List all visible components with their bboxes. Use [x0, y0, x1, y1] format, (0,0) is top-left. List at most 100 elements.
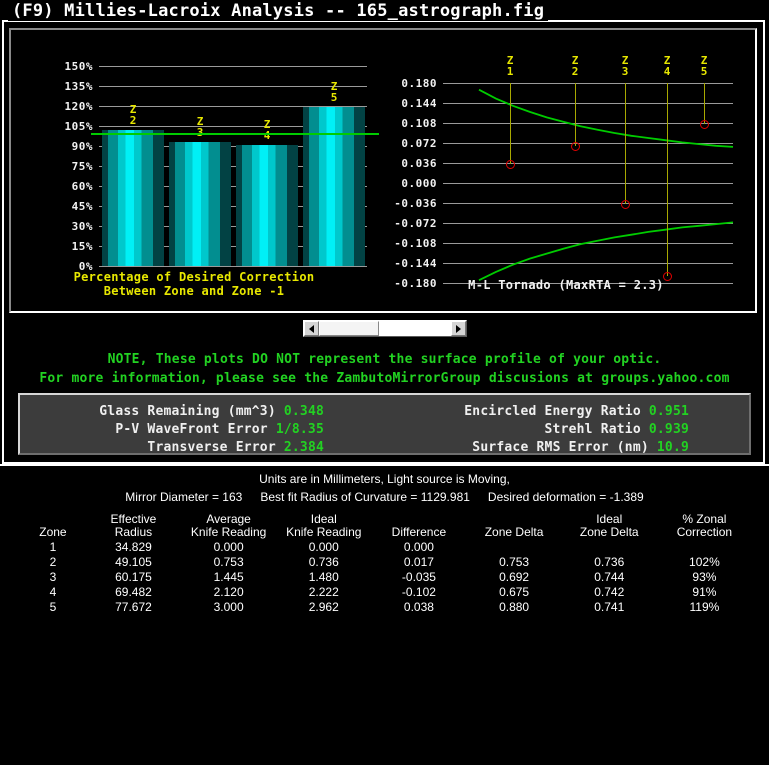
table-cell: 4 — [49, 585, 57, 599]
zone-label: Z 1 — [506, 54, 514, 78]
th-zone-delta: Zone Delta — [484, 525, 544, 539]
y-axis-tick-label: 0.108 — [401, 117, 437, 130]
scrollbar-thumb[interactable] — [319, 321, 379, 336]
envelope-lower-curve — [478, 221, 734, 282]
best-fit-radius-of-curvature: Best fit Radius of Curvature = 1129.981 — [260, 490, 470, 504]
bar-label: Z 5 — [330, 80, 338, 104]
y-axis-tick-label: 15% — [71, 240, 93, 253]
table-cell: 0.692 — [499, 570, 530, 584]
note-line-2: For more information, please see the Zam… — [39, 371, 730, 386]
scroll-left-button[interactable] — [304, 321, 319, 336]
table-cell: 2.222 — [308, 585, 339, 599]
y-axis-tick-label: 45% — [71, 200, 93, 213]
scroll-right-button[interactable] — [451, 321, 466, 336]
stat-surface-rms-error-value: 10.9 — [656, 440, 689, 455]
stat-pv-wavefront-error-value: 1/8.35 — [275, 422, 324, 437]
zone-marker — [700, 120, 709, 129]
table-header-row: Zone Effective Radius Average Knife Read… — [20, 513, 752, 540]
gridline — [443, 123, 733, 124]
summary-stats-panel: Glass Remaining (mm^3) 0.348 P-V WaveFron… — [18, 393, 751, 455]
table-cell: 1.445 — [213, 570, 244, 584]
zone-label: Z 3 — [621, 54, 629, 78]
reference-line-100-percent — [91, 133, 379, 135]
gridline — [443, 83, 733, 84]
th-effective-radius: Effective Radius — [110, 512, 157, 539]
gridline — [443, 223, 733, 224]
table-cell: 3 — [49, 570, 57, 584]
gridline — [443, 163, 733, 164]
bar-label: Z 2 — [129, 103, 137, 127]
table-cell — [467, 540, 562, 555]
y-axis-tick-label: 90% — [71, 140, 93, 153]
stat-strehl-ratio: Strehl Ratio 0.939 — [545, 422, 689, 439]
table-cell — [657, 540, 752, 555]
table-row: 5 77.672 3.000 2.962 0.038 0.880 0.741 119% — [20, 600, 752, 615]
table-cell: 77.672 — [115, 600, 152, 614]
th-ideal-zone-delta: Ideal Zone Delta — [579, 512, 639, 539]
stat-encircled-energy-ratio: Encircled Energy Ratio 0.951 — [464, 404, 689, 421]
chart-percentage-correction: 150% 135% 120% 105% 90% 75% 60% 45% 30% 15% 0% Z 2Z… — [11, 30, 379, 315]
bar — [303, 107, 365, 266]
gridline — [99, 66, 367, 67]
bar-label: Z 4 — [263, 118, 271, 142]
table-cell: 69.482 — [115, 585, 152, 599]
bar — [102, 130, 164, 266]
stat-surface-rms-error-label: Surface RMS Error (nm) — [472, 440, 649, 455]
table-cell: 0.038 — [403, 600, 434, 614]
table-cell: 0.753 — [213, 555, 244, 569]
stat-transverse-error-label: Transverse Error — [147, 440, 276, 455]
gridline — [443, 263, 733, 264]
table-cell: -0.035 — [401, 570, 436, 584]
table-cell: 34.829 — [115, 540, 152, 554]
stat-encircled-energy-ratio-value: 0.951 — [648, 404, 689, 419]
table-cell: 0.000 — [213, 540, 244, 554]
y-axis-tick-label: 0.036 — [401, 157, 437, 170]
th-difference: Difference — [391, 525, 447, 539]
th-average-knife-reading: Average Knife Reading — [190, 512, 267, 539]
zone-vertical-line — [704, 83, 705, 124]
y-axis-tick-label: 150% — [64, 60, 93, 73]
stat-glass-remaining-value: 0.348 — [283, 404, 324, 419]
table-cell: 0.741 — [594, 600, 625, 614]
table-cell: 91% — [692, 585, 717, 599]
gridline — [443, 103, 733, 104]
table-cell: 0.736 — [594, 555, 625, 569]
table-cell: 49.105 — [115, 555, 152, 569]
y-axis-tick-label: -0.108 — [394, 237, 437, 250]
stat-transverse-error: Transverse Error 2.384 — [147, 440, 324, 457]
scrollbar-track[interactable] — [319, 321, 451, 336]
y-axis-tick-label: 0.000 — [401, 177, 437, 190]
stat-pv-wavefront-error: P-V WaveFront Error 1/8.35 — [115, 422, 324, 439]
table-cell: 102% — [689, 555, 720, 569]
table-cell: 0.753 — [499, 555, 530, 569]
zone-vertical-line — [625, 83, 626, 204]
chart-left-title: Percentage of Desired Correction — [73, 270, 315, 284]
table-body: 1 34.829 0.000 0.000 0.000 2 49.105 0.753 0.736 0… — [20, 540, 752, 615]
horizontal-scrollbar[interactable] — [303, 320, 467, 337]
chart-ml-tornado: 0.180 0.144 0.108 0.072 0.036 0.000 -0.036 -0.0… — [377, 30, 755, 315]
table-cell: 0.736 — [308, 555, 339, 569]
zone-vertical-line — [510, 83, 511, 164]
table-cell: 2 — [49, 555, 57, 569]
stat-strehl-ratio-value: 0.939 — [648, 422, 689, 437]
gridline — [443, 243, 733, 244]
plots-panel: 150% 135% 120% 105% 90% 75% 60% 45% 30% 15% 0% Z 2Z… — [9, 28, 757, 313]
y-axis-tick-label: 135% — [64, 80, 93, 93]
stat-glass-remaining-label: Glass Remaining (mm^3) — [99, 404, 276, 419]
chart-right-title: M-L Tornado (MaxRTA = 2.3) — [468, 278, 664, 292]
triangle-left-icon — [309, 324, 314, 333]
zone-vertical-line — [575, 83, 576, 146]
y-axis-tick-label: 0.144 — [401, 97, 437, 110]
table-row: 4 69.482 2.120 2.222 -0.102 0.675 0.742 91% — [20, 585, 752, 600]
window-title: (F9) Millies-Lacroix Analysis -- 165_ast… — [8, 1, 549, 21]
y-axis-tick-label: -0.036 — [394, 197, 437, 210]
y-axis-tick-label: 0.072 — [401, 137, 437, 150]
zone-measurements-table: Zone Effective Radius Average Knife Read… — [20, 513, 752, 615]
y-axis-tick-label: 0.180 — [401, 77, 437, 90]
table-cell: 1 — [49, 540, 57, 554]
gridline — [443, 143, 733, 144]
triangle-right-icon — [456, 324, 461, 333]
zone-marker — [506, 160, 515, 169]
stat-transverse-error-value: 2.384 — [283, 440, 324, 455]
stat-surface-rms-error: Surface RMS Error (nm) 10.9 — [472, 440, 689, 457]
